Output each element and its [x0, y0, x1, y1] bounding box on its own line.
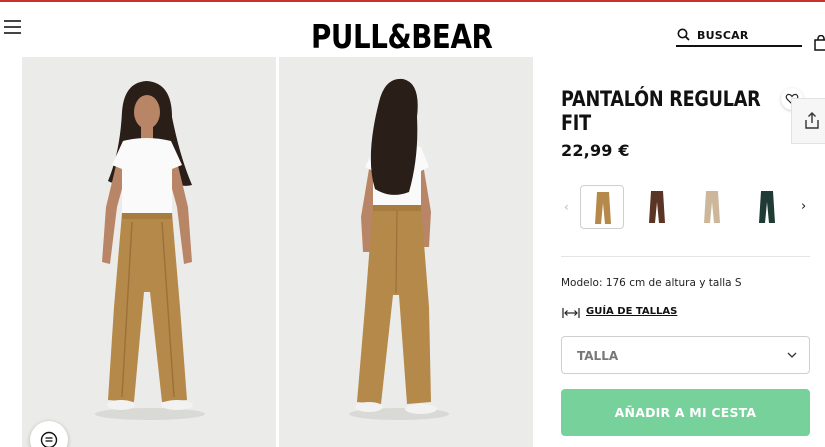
search-input[interactable]: BUSCAR: [676, 27, 802, 47]
size-guide-label: GUÍA DE TALLAS: [586, 306, 678, 317]
chat-icon: [40, 431, 58, 447]
brand-logo[interactable]: PULL&BEAR: [311, 18, 493, 56]
product-title: PANTALÓN REGULAR FIT: [561, 87, 761, 135]
size-select-label: TALLA: [577, 349, 619, 363]
product-image-back[interactable]: [279, 57, 533, 447]
model-info-text: Modelo: 176 cm de altura y talla S: [561, 277, 742, 289]
share-button[interactable]: [791, 98, 825, 144]
model-front-illustration: [22, 57, 276, 447]
color-swatch-brown[interactable]: [635, 185, 679, 229]
top-accent-line: [0, 0, 825, 2]
ruler-icon: [562, 308, 580, 318]
shopping-bag-icon[interactable]: [814, 35, 825, 51]
swatch-prev-chevron-icon[interactable]: ‹: [564, 200, 569, 214]
product-price: 22,99 €: [561, 141, 630, 160]
swatch-next-chevron-icon[interactable]: ›: [801, 199, 806, 214]
add-to-cart-button[interactable]: AÑADIR A MI CESTA: [561, 389, 810, 436]
share-icon: [805, 112, 819, 129]
hamburger-menu-icon[interactable]: [4, 18, 22, 36]
color-swatch-camel[interactable]: [580, 185, 624, 229]
divider: [561, 256, 810, 257]
chevron-down-icon: [787, 352, 797, 358]
size-select[interactable]: TALLA: [561, 336, 810, 374]
search-placeholder: BUSCAR: [697, 29, 749, 42]
model-back-illustration: [279, 57, 533, 447]
product-image-front[interactable]: [22, 57, 276, 447]
color-swatch-beige[interactable]: [690, 185, 734, 229]
add-to-cart-label: AÑADIR A MI CESTA: [614, 405, 757, 420]
color-swatch-dark-green[interactable]: [745, 185, 789, 229]
search-icon: [677, 28, 690, 41]
